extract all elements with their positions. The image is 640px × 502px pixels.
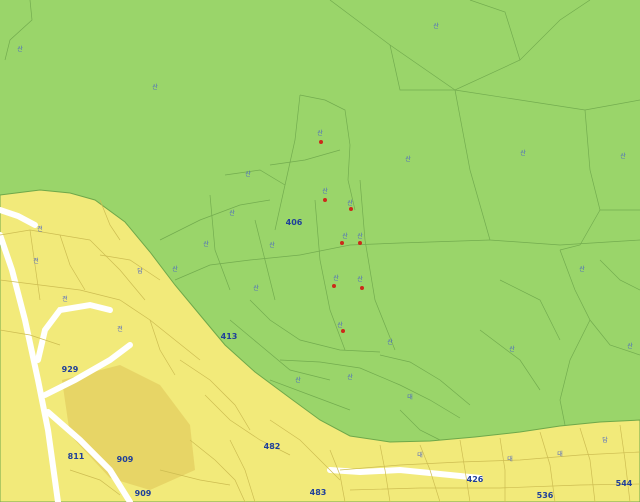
- location-marker[interactable]: [349, 207, 353, 211]
- district-number-label: 909: [116, 455, 134, 464]
- parcel-label: 산: [17, 46, 23, 53]
- parcel-label: 산: [245, 171, 251, 178]
- parcel-label: 산: [357, 276, 363, 283]
- parcel-label: 전: [33, 258, 39, 265]
- map-layer: [0, 0, 640, 502]
- district-number-label: 909: [134, 489, 152, 498]
- district-number-label: 929: [61, 365, 79, 374]
- parcel-label: 산: [520, 150, 526, 157]
- parcel-label: 대: [407, 394, 413, 401]
- parcel-label: 산: [627, 343, 633, 350]
- parcel-label: 산: [295, 377, 301, 384]
- parcel-label: 산: [253, 285, 259, 292]
- parcel-label: 산: [229, 210, 235, 217]
- parcel-label: 산: [269, 242, 275, 249]
- parcel-label: 대: [557, 451, 563, 458]
- parcel-label: 산: [405, 156, 411, 163]
- district-number-label: 406: [285, 218, 303, 227]
- parcel-label: 산: [433, 23, 439, 30]
- district-number-label: 544: [615, 479, 633, 488]
- parcel-label: 답: [602, 437, 608, 444]
- location-marker[interactable]: [358, 241, 362, 245]
- parcel-label: 산: [579, 266, 585, 273]
- parcel-label: 산: [509, 346, 515, 353]
- parcel-label: 대: [417, 452, 423, 459]
- parcel-label: 전: [37, 226, 43, 233]
- parcel-label: 대: [507, 456, 513, 463]
- parcel-label: 산: [317, 130, 323, 137]
- district-number-label: 413: [220, 332, 238, 341]
- parcel-label: 산: [333, 275, 339, 282]
- parcel-label: 산: [342, 233, 348, 240]
- parcel-label: 산: [172, 266, 178, 273]
- district-number-label: 536: [536, 491, 554, 500]
- parcel-label: 산: [357, 233, 363, 240]
- parcel-label: 산: [322, 188, 328, 195]
- parcel-label: 산: [620, 153, 626, 160]
- parcel-label: 산: [387, 339, 393, 346]
- district-number-label: 426: [466, 475, 484, 484]
- parcel-label: 산: [152, 84, 158, 91]
- parcel-label: 전: [62, 296, 68, 303]
- parcel-label: 답: [137, 268, 143, 275]
- map-canvas[interactable]: 406 413 929 909 811 909 482 483 426 536 544 산 산 산 산 산 산 산…: [0, 0, 640, 502]
- location-marker[interactable]: [319, 140, 323, 144]
- parcel-label: 산: [203, 241, 209, 248]
- district-number-label: 483: [309, 488, 327, 497]
- parcel-label: 전: [117, 326, 123, 333]
- district-number-label: 811: [67, 452, 85, 461]
- parcel-label: 산: [347, 374, 353, 381]
- location-marker[interactable]: [340, 241, 344, 245]
- location-marker[interactable]: [341, 329, 345, 333]
- location-marker[interactable]: [332, 284, 336, 288]
- location-marker[interactable]: [360, 286, 364, 290]
- district-number-label: 482: [263, 442, 281, 451]
- location-marker[interactable]: [323, 198, 327, 202]
